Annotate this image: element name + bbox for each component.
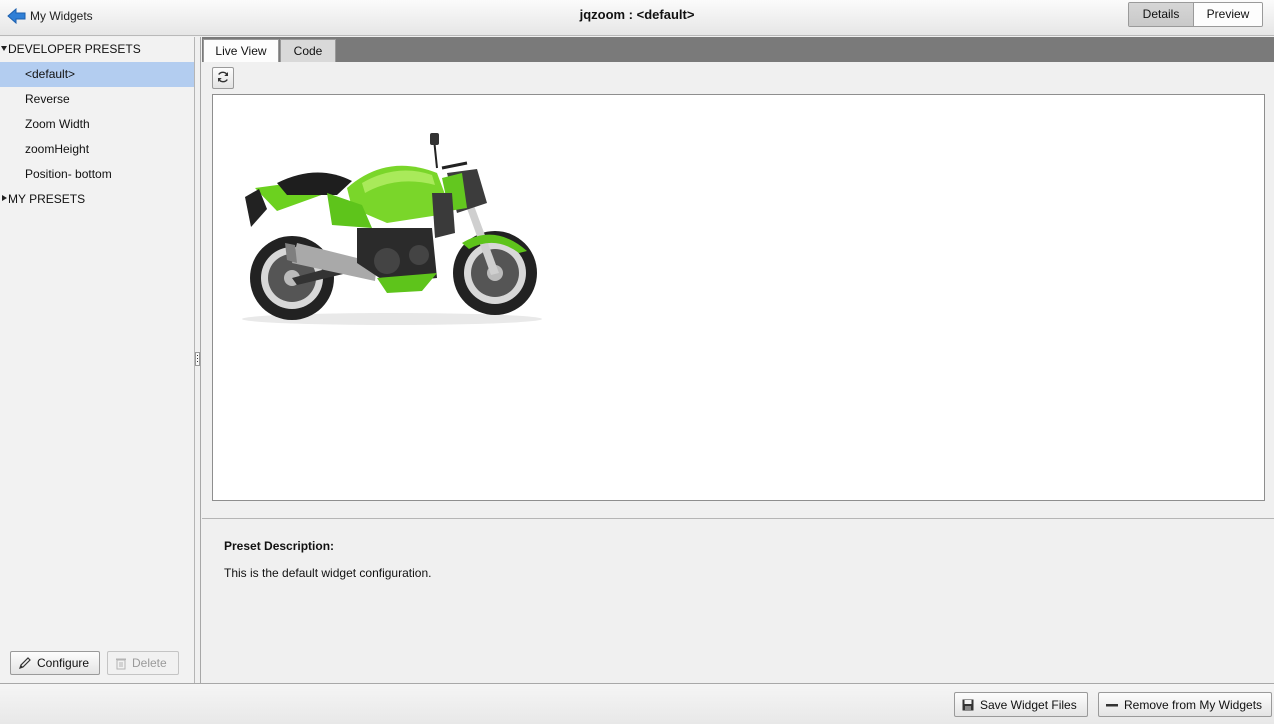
refresh-button[interactable] xyxy=(212,67,234,89)
remove-from-my-widgets-label: Remove from My Widgets xyxy=(1124,697,1263,712)
tab-bar: Live View Code xyxy=(202,37,1274,62)
configure-button[interactable]: Configure xyxy=(10,651,100,675)
tab-live-view[interactable]: Live View xyxy=(203,39,279,62)
save-widget-files-button[interactable]: Save Widget Files xyxy=(954,692,1088,717)
splitter-grip[interactable] xyxy=(195,352,200,366)
preset-position-bottom[interactable]: Position- bottom xyxy=(0,162,194,187)
preset-reverse[interactable]: Reverse xyxy=(0,87,194,112)
motorcycle-image[interactable] xyxy=(237,133,547,328)
floppy-disk-icon xyxy=(955,699,980,711)
live-view-panel xyxy=(212,94,1265,501)
save-widget-files-label: Save Widget Files xyxy=(980,697,1077,712)
sidebar-splitter[interactable] xyxy=(195,37,201,683)
my-presets-header[interactable]: MY PRESETS xyxy=(0,187,194,212)
tab-code[interactable]: Code xyxy=(280,39,336,62)
details-button[interactable]: Details xyxy=(1129,3,1194,26)
delete-button[interactable]: Delete xyxy=(107,651,179,675)
preset-description-title: Preset Description: xyxy=(224,539,335,553)
preset-zoom-height[interactable]: zoomHeight xyxy=(0,137,194,162)
preset-zoom-width[interactable]: Zoom Width xyxy=(0,112,194,137)
preset-description-text: This is the default widget configuration… xyxy=(224,566,432,580)
expanded-triangle-icon xyxy=(1,46,7,51)
top-bar: My Widgets jqzoom : <default> Details Pr… xyxy=(0,0,1274,36)
trash-icon xyxy=(108,657,132,670)
collapsed-triangle-icon xyxy=(2,195,7,201)
page-title: jqzoom : <default> xyxy=(579,7,695,22)
developer-presets-header[interactable]: DEVELOPER PRESETS xyxy=(0,37,194,62)
refresh-icon xyxy=(216,70,230,87)
configure-label: Configure xyxy=(37,656,90,670)
my-presets-label: MY PRESETS xyxy=(8,192,86,206)
preset-sidebar: DEVELOPER PRESETS <default> Reverse Zoom… xyxy=(0,37,195,683)
view-toggle: Details Preview xyxy=(1128,2,1263,27)
preset-default[interactable]: <default> xyxy=(0,62,194,87)
delete-label: Delete xyxy=(132,656,167,670)
remove-from-my-widgets-button[interactable]: Remove from My Widgets xyxy=(1098,692,1272,717)
developer-presets-label: DEVELOPER PRESETS xyxy=(8,42,141,56)
preview-button[interactable]: Preview xyxy=(1194,3,1262,26)
panel-divider xyxy=(202,518,1274,519)
pencil-icon xyxy=(11,656,37,670)
footer-bar: Save Widget Files Remove from My Widgets xyxy=(0,683,1274,724)
minus-icon xyxy=(1099,699,1124,711)
